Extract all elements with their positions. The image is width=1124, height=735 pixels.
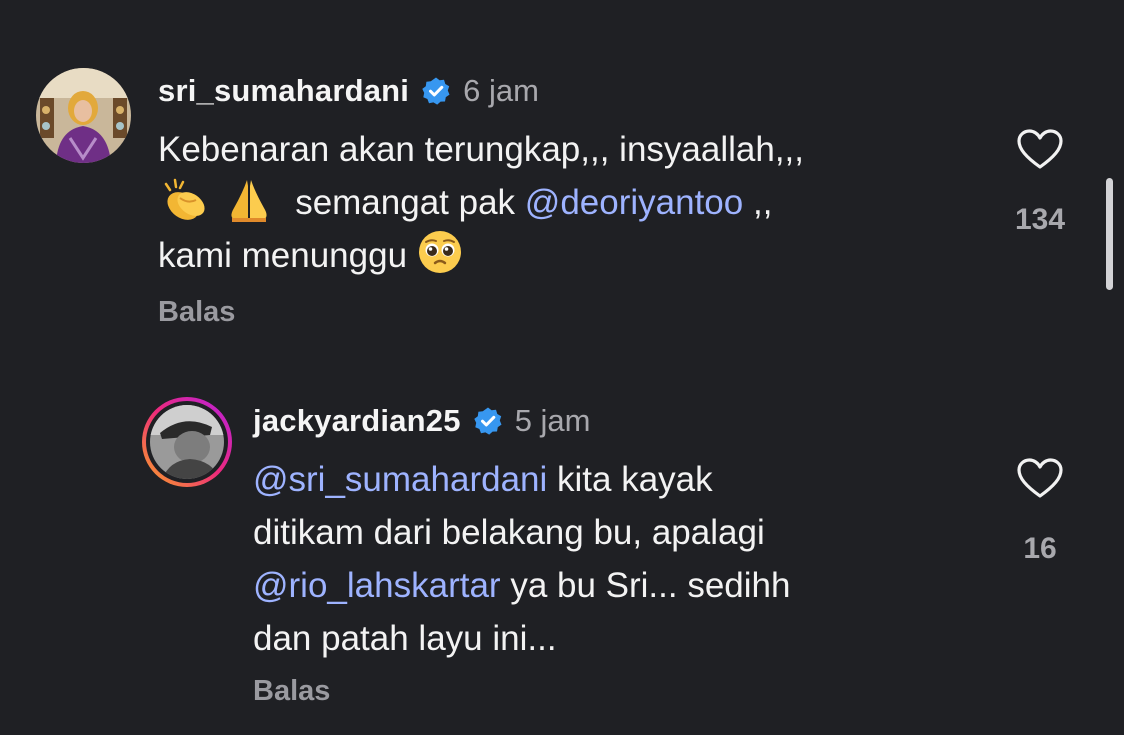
comment-text-segment: ,, [752, 183, 773, 222]
comment-text-segment: kita kayak [557, 460, 713, 499]
username[interactable]: sri_sumahardani [158, 73, 409, 109]
reply-button[interactable]: Balas [158, 296, 235, 329]
mention-link[interactable]: @deoriyantoo [525, 183, 743, 222]
comment-line: dan patah layu ini... [253, 619, 557, 658]
comment-header: jackyardian25 5 jam [253, 403, 591, 439]
like-group: 134 [995, 128, 1085, 237]
comment-timestamp: 6 jam [463, 73, 539, 108]
scrollbar[interactable] [1106, 178, 1113, 290]
comment-line: kami menunggu [158, 229, 804, 282]
avatar-sri-sumahardani[interactable] [36, 68, 131, 163]
comment-line: Kebenaran akan terungkap,,, insyaallah,,… [158, 130, 804, 169]
username[interactable]: jackyardian25 [253, 403, 461, 439]
mention-link[interactable]: @rio_lahskartar [253, 566, 501, 605]
pleading-face-emoji [417, 229, 463, 290]
comment-line: @rio_lahskartar ya bu Sri... sedihh [253, 559, 790, 612]
avatar-jackyardian25[interactable] [140, 395, 234, 489]
comment-timestamp: 5 jam [514, 403, 591, 438]
like-count: 134 [1014, 203, 1066, 236]
comment-text: Kebenaran akan terungkap,,, insyaallah,,… [158, 123, 804, 282]
comment-text-segment: ya bu Sri... sedihh [510, 566, 791, 605]
comment-line: ditikam dari belakang bu, apalagi [253, 513, 765, 552]
reply-button[interactable]: Balas [253, 675, 330, 708]
comment-line: @sri_sumahardani kita kayak [253, 453, 790, 506]
comment-text: @sri_sumahardani kita kayak ditikam dari… [253, 453, 790, 665]
comments-screen: sri_sumahardani 6 jam Kebenaran akan ter… [0, 0, 1124, 735]
comment-text-segment: kami menunggu [158, 236, 408, 275]
heart-outline-icon[interactable] [995, 128, 1085, 175]
comment-header: sri_sumahardani 6 jam [158, 73, 539, 109]
like-count: 16 [1023, 532, 1057, 565]
verified-badge-icon [421, 76, 451, 106]
comment-text-segment: semangat pak [295, 183, 516, 222]
heart-outline-icon[interactable] [995, 457, 1085, 504]
mention-link[interactable]: @sri_sumahardani [253, 460, 547, 499]
comment-line: semangat pak @deoriyantoo ,, [158, 176, 804, 229]
verified-badge-icon [473, 406, 503, 436]
like-group: 16 [995, 457, 1085, 566]
